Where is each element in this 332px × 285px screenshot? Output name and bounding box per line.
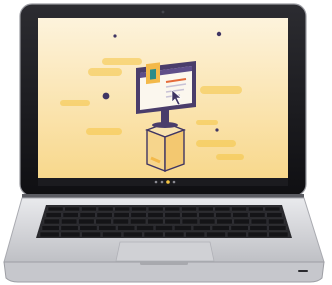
keyboard-key[interactable] [164, 212, 181, 218]
keyboard-key[interactable] [130, 212, 147, 218]
pagination-dot[interactable] [160, 180, 164, 184]
keyboard-key[interactable] [130, 218, 147, 225]
keyboard-key[interactable] [43, 218, 60, 225]
keyboard-key[interactable] [198, 212, 215, 218]
keyboard-key[interactable] [185, 231, 206, 238]
keyboard-key[interactable] [230, 225, 249, 231]
pagination-dot[interactable] [166, 180, 170, 184]
trackpad[interactable] [115, 241, 215, 262]
keyboard-key[interactable] [264, 206, 281, 212]
keyboard-key[interactable] [39, 231, 60, 238]
keyboard-key[interactable] [143, 231, 164, 238]
keyboard-key[interactable] [211, 225, 230, 231]
keyboard-key[interactable] [247, 231, 268, 238]
dot [215, 128, 219, 132]
dot [216, 31, 222, 37]
keyboard-key[interactable] [233, 218, 250, 225]
keyboard-key[interactable] [60, 225, 79, 231]
keyboard-key[interactable] [45, 212, 62, 218]
monitor-icon [136, 61, 196, 114]
stripe [88, 68, 122, 76]
keyboard-key[interactable] [197, 206, 214, 212]
laptop-screen [38, 18, 288, 186]
keyboard-key[interactable] [268, 225, 287, 231]
dot [102, 92, 110, 100]
status-light [298, 270, 308, 272]
keyboard-key[interactable] [64, 206, 80, 212]
stripe [86, 128, 122, 135]
stripe [60, 100, 90, 106]
keyboard-key[interactable] [79, 212, 96, 218]
stripe [196, 140, 236, 147]
keyboard-key[interactable] [164, 206, 181, 212]
keyboard-key[interactable] [174, 225, 192, 231]
monitor-image-block [150, 68, 156, 80]
stand-neck [161, 110, 169, 124]
keyboard-key[interactable] [226, 231, 247, 238]
pagination-dot[interactable] [172, 180, 176, 184]
stripe [216, 154, 244, 160]
keyboard-key[interactable] [268, 231, 289, 238]
stripe [102, 58, 142, 65]
keyboard-key[interactable] [96, 212, 113, 218]
keyboard-key[interactable] [102, 231, 122, 238]
keyboard-key[interactable] [112, 218, 129, 225]
keyboard-key[interactable] [62, 212, 79, 218]
pedestal-icon [145, 122, 186, 173]
keyboard-key[interactable] [47, 206, 64, 212]
keyboard-key[interactable] [81, 231, 101, 238]
keyboard-key[interactable] [164, 218, 181, 225]
laptop-hinge [22, 194, 304, 198]
keyboard-key[interactable] [215, 212, 232, 218]
dot [113, 34, 117, 38]
keyboard-key[interactable] [61, 218, 78, 225]
keyboard-key[interactable] [231, 206, 247, 212]
keyboard-key[interactable] [268, 218, 285, 225]
keyboard-key[interactable] [181, 212, 198, 218]
keyboard-key[interactable] [155, 225, 173, 231]
keyboard-key[interactable] [249, 225, 268, 231]
keyboard-key[interactable] [95, 218, 112, 225]
keyboard-key[interactable] [214, 206, 231, 212]
keyboard-key[interactable] [249, 212, 266, 218]
stripe [200, 86, 242, 94]
keyboard-key[interactable] [60, 231, 81, 238]
keyboard-key[interactable] [266, 212, 283, 218]
pagination-dot[interactable] [154, 180, 158, 184]
keyboard-key[interactable] [78, 218, 95, 225]
keyboard-key[interactable] [136, 225, 154, 231]
keyboard-key[interactable] [41, 225, 60, 231]
keyboard-key[interactable] [122, 231, 143, 238]
front-notch [140, 262, 188, 265]
keyboard-key[interactable] [206, 231, 226, 238]
keyboard-key[interactable] [248, 206, 264, 212]
pedestal-right [164, 128, 185, 173]
keyboard-key[interactable] [181, 206, 197, 212]
stand-base [152, 122, 178, 128]
laptop-scene [3, 3, 325, 283]
keyboard-key[interactable] [199, 218, 216, 225]
keyboard-key[interactable] [81, 206, 97, 212]
keyboard-key[interactable] [114, 206, 131, 212]
keyboard-key[interactable] [192, 225, 211, 231]
keyboard-key[interactable] [117, 225, 136, 231]
keyboard-key[interactable] [147, 206, 164, 212]
keyboard-key[interactable] [97, 206, 114, 212]
keyboard-key[interactable] [250, 218, 267, 225]
keyboard-key[interactable] [79, 225, 98, 231]
keyboard-key[interactable] [147, 218, 164, 225]
keyboard-key[interactable] [216, 218, 233, 225]
stripe [196, 120, 218, 125]
laptop-base [3, 197, 325, 283]
pedestal-left [146, 128, 166, 173]
webcam-icon [161, 10, 165, 14]
keyboard-key[interactable] [131, 206, 147, 212]
keyboard-key[interactable] [181, 218, 198, 225]
keyboard-key[interactable] [98, 225, 117, 231]
keyboard-key[interactable] [232, 212, 249, 218]
keyboard-key[interactable] [164, 231, 185, 238]
keyboard-key[interactable] [147, 212, 164, 218]
keyboard-key[interactable] [113, 212, 130, 218]
